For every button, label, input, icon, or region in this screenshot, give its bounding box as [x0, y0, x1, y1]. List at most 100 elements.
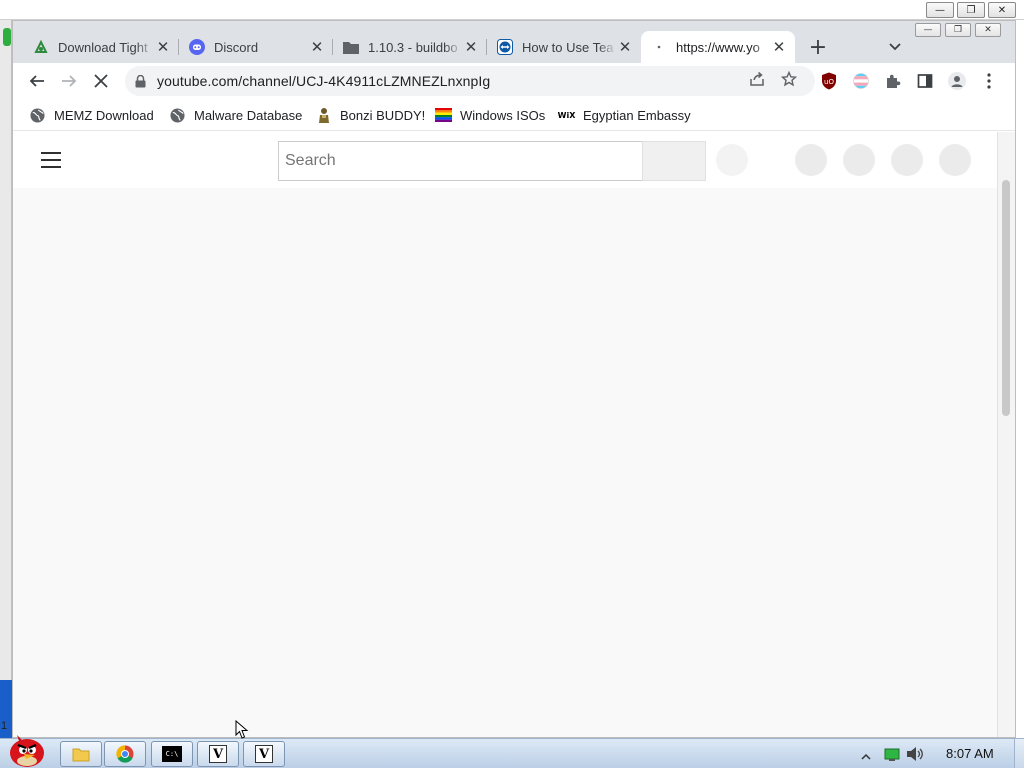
bookmark-windows-isos[interactable]: Windows ISOs	[435, 105, 545, 125]
taskbar-vmware-1[interactable]: V	[197, 741, 239, 767]
chrome-minimize-button[interactable]: —	[915, 23, 941, 37]
show-desktop-button[interactable]	[1014, 739, 1024, 768]
youtube-header	[13, 132, 997, 188]
discord-icon	[189, 39, 205, 55]
mouse-cursor-icon	[235, 719, 249, 740]
share-icon[interactable]	[747, 69, 767, 89]
tab-close-icon[interactable]: ✕	[771, 38, 787, 56]
bookmark-label: Malware Database	[194, 107, 303, 123]
bookmark-bonzi-buddy[interactable]: Bonzi BUDDY!	[315, 105, 425, 125]
wix-icon: WiX	[557, 110, 576, 120]
host-title-bar: — ❐ ✕	[0, 0, 1024, 20]
network-icon[interactable]	[884, 747, 900, 764]
vmware-icon: V	[209, 745, 227, 763]
bookmarks-bar: MEMZ Download Malware Database Bonzi BUD…	[13, 99, 1015, 131]
chrome-icon	[116, 745, 134, 763]
teamviewer-icon	[497, 39, 513, 55]
url-text: youtube.com/channel/UCJ-4K4911cLZMNEZLnx…	[157, 73, 491, 89]
volume-icon[interactable]	[906, 746, 924, 765]
host-window-controls: — ❐ ✕	[926, 2, 1016, 18]
stop-loading-button[interactable]	[89, 69, 113, 93]
tab-title: Discord	[214, 39, 259, 55]
windows-taskbar: C:\ V V 8:07 AM	[0, 735, 1024, 768]
globe-icon	[29, 107, 46, 123]
tray-overflow-chevron-icon[interactable]	[861, 749, 871, 764]
chrome-restore-button[interactable]: ❐	[945, 23, 971, 37]
forward-arrow-icon	[62, 75, 77, 87]
bookmark-label: Windows ISOs	[460, 107, 546, 123]
tab-download-tight[interactable]: Download Tight ✕	[23, 31, 179, 63]
globe-icon	[169, 107, 186, 123]
stop-x-icon	[94, 74, 108, 88]
tab-teamviewer-howto[interactable]: How to Use Tea ✕	[487, 31, 641, 63]
chrome-window: — ❐ ✕ Download Tight ✕ Discord ✕ 1.10.3 …	[12, 20, 1016, 738]
back-arrow-icon	[29, 75, 44, 87]
bookmark-label: MEMZ Download	[54, 107, 154, 123]
search-button[interactable]	[642, 141, 706, 181]
green-window-fragment	[3, 28, 11, 46]
page-scrollbar[interactable]	[997, 132, 1015, 737]
header-placeholder-circle	[939, 144, 971, 176]
header-placeholder-circle	[795, 144, 827, 176]
chrome-close-button[interactable]: ✕	[975, 23, 1001, 37]
rainbow-flag-icon	[435, 107, 452, 123]
bonzi-icon	[315, 107, 332, 123]
tab-close-icon[interactable]: ✕	[309, 38, 325, 56]
taskbar-vmware-2[interactable]: V	[243, 741, 285, 767]
start-button[interactable]	[2, 731, 52, 768]
tab-search-chevron-icon[interactable]	[885, 37, 905, 57]
tab-title: How to Use Tea	[522, 39, 614, 55]
tab-buildbot[interactable]: 1.10.3 - buildbo ✕	[333, 31, 487, 63]
tab-title: 1.10.3 - buildbo	[368, 39, 458, 55]
voice-search-placeholder[interactable]	[716, 144, 748, 176]
tab-close-icon[interactable]: ✕	[155, 38, 171, 56]
side-panel-icon[interactable]	[915, 71, 935, 91]
scrollbar-thumb[interactable]	[1002, 180, 1010, 416]
host-restore-button[interactable]: ❐	[957, 2, 985, 18]
bookmark-star-icon[interactable]	[779, 69, 799, 89]
vmware-icon: V	[255, 745, 273, 763]
bookmark-label: Egyptian Embassy	[583, 107, 691, 123]
folder-icon	[343, 39, 359, 55]
cmd-icon: C:\	[162, 746, 182, 762]
angry-bird-start-icon	[10, 735, 44, 767]
tab-youtube-active[interactable]: https://www.yo ✕	[641, 31, 795, 63]
browser-toolbar: youtube.com/channel/UCJ-4K4911cLZMNEZLnx…	[13, 63, 1015, 99]
taskbar-chrome[interactable]	[104, 741, 146, 767]
svg-text:uO: uO	[824, 78, 834, 86]
kebab-menu-icon[interactable]	[979, 71, 999, 91]
address-bar[interactable]: youtube.com/channel/UCJ-4K4911cLZMNEZLnx…	[125, 66, 815, 96]
bookmark-memz-download[interactable]: MEMZ Download	[29, 105, 154, 125]
trans-flag-extension-icon[interactable]	[851, 71, 871, 91]
taskbar-clock[interactable]: 8:07 AM	[946, 746, 994, 761]
taskbar-explorer[interactable]	[60, 741, 102, 767]
bookmark-label: Bonzi BUDDY!	[340, 107, 426, 123]
tightvnc-icon	[33, 39, 49, 55]
profile-avatar-icon[interactable]	[947, 71, 967, 91]
search-input[interactable]	[278, 141, 643, 181]
forward-button[interactable]	[57, 69, 81, 93]
taskbar-cmd[interactable]: C:\	[151, 741, 193, 767]
header-placeholder-circle	[891, 144, 923, 176]
page-content	[13, 132, 1015, 737]
tab-close-icon[interactable]: ✕	[617, 38, 633, 56]
new-tab-button[interactable]: +	[807, 35, 829, 60]
lock-icon	[135, 74, 147, 88]
host-close-button[interactable]: ✕	[988, 2, 1016, 18]
back-button[interactable]	[25, 69, 49, 93]
folder-icon	[72, 748, 90, 762]
tab-title: Download Tight	[58, 39, 148, 55]
loading-icon	[651, 39, 667, 55]
bookmark-egyptian-embassy[interactable]: WiX Egyptian Embassy	[558, 105, 691, 125]
hamburger-menu-icon[interactable]	[41, 152, 61, 168]
bookmark-malware-database[interactable]: Malware Database	[169, 105, 302, 125]
host-minimize-button[interactable]: —	[926, 2, 954, 18]
chrome-window-controls: — ❐ ✕	[915, 23, 1001, 37]
header-placeholder-circle	[843, 144, 875, 176]
extensions-puzzle-icon[interactable]	[883, 71, 903, 91]
tab-title: https://www.yo	[676, 39, 760, 55]
tab-discord[interactable]: Discord ✕	[179, 31, 333, 63]
ublock-origin-icon[interactable]: uO	[819, 71, 839, 91]
tab-strip: — ❐ ✕ Download Tight ✕ Discord ✕ 1.10.3 …	[13, 21, 1015, 63]
tab-close-icon[interactable]: ✕	[463, 38, 479, 56]
